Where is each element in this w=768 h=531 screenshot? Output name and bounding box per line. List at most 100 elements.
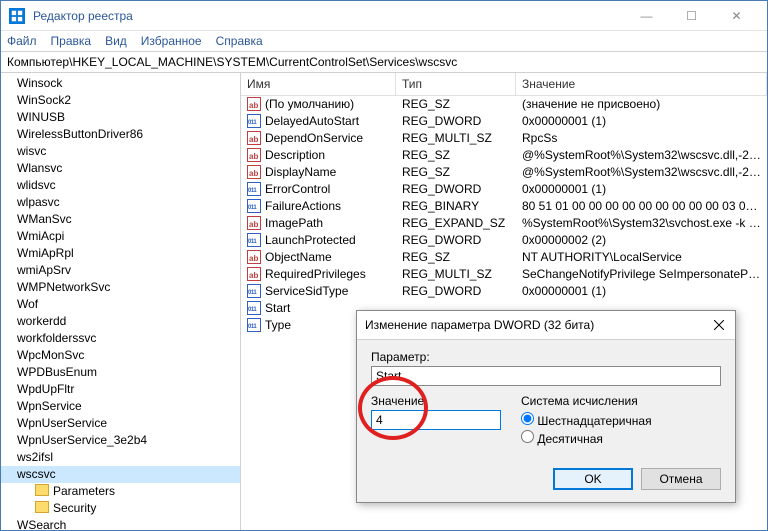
column-name[interactable]: Имя [241, 73, 396, 95]
value-name: DependOnService [265, 131, 363, 145]
tree-item[interactable]: WpnUserService_3e2b4 [1, 432, 240, 449]
tree-item[interactable]: WirelessButtonDriver86 [1, 126, 240, 143]
value-name: DelayedAutoStart [265, 114, 359, 128]
tree-item[interactable]: WSearch [1, 517, 240, 530]
radix-hex-radio[interactable] [521, 412, 534, 425]
value-data: RpcSs [516, 130, 767, 147]
tree-item[interactable]: workfolderssvc [1, 330, 240, 347]
tree-item[interactable]: WpnService [1, 398, 240, 415]
registry-value-row[interactable]: DescriptionREG_SZ@%SystemRoot%\System32\… [241, 147, 767, 164]
registry-value-row[interactable]: DisplayNameREG_SZ@%SystemRoot%\System32\… [241, 164, 767, 181]
value-type: REG_MULTI_SZ [396, 130, 516, 147]
menu-edit[interactable]: Правка [51, 34, 92, 48]
registry-value-row[interactable]: DelayedAutoStartREG_DWORD0x00000001 (1) [241, 113, 767, 130]
value-type: REG_SZ [396, 164, 516, 181]
maximize-button[interactable]: ☐ [669, 1, 714, 31]
ok-button[interactable]: OK [553, 468, 633, 490]
value-type: REG_DWORD [396, 113, 516, 130]
dialog-close-button[interactable] [711, 317, 727, 333]
value-name: ImagePath [265, 216, 323, 230]
tree-item[interactable]: WinSock2 [1, 92, 240, 109]
menu-favorites[interactable]: Избранное [141, 34, 202, 48]
tree-item[interactable]: ws2ifsl [1, 449, 240, 466]
registry-value-row[interactable]: ServiceSidTypeREG_DWORD0x00000001 (1) [241, 283, 767, 300]
tree-pane[interactable]: WinsockWinSock2WINUSBWirelessButtonDrive… [1, 73, 241, 530]
menu-file[interactable]: Файл [7, 34, 37, 48]
value-data: 0x00000002 (2) [516, 232, 767, 249]
value-name: RequiredPrivileges [265, 267, 366, 281]
cancel-button[interactable]: Отмена [641, 468, 721, 490]
tree-item[interactable]: Wlansvc [1, 160, 240, 177]
registry-value-row[interactable]: FailureActionsREG_BINARY80 51 01 00 00 0… [241, 198, 767, 215]
param-label: Параметр: [371, 350, 721, 364]
registry-value-row[interactable]: LaunchProtectedREG_DWORD0x00000002 (2) [241, 232, 767, 249]
string-value-icon [247, 216, 261, 230]
registry-value-row[interactable]: DependOnService REG_MULTI_SZRpcSs [241, 130, 767, 147]
address-bar[interactable]: Компьютер\HKEY_LOCAL_MACHINE\SYSTEM\Curr… [1, 51, 767, 73]
radix-label: Система исчисления [521, 394, 652, 408]
binary-value-icon [247, 114, 261, 128]
menu-view[interactable]: Вид [105, 34, 127, 48]
radix-hex-label: Шестнадцатеричная [537, 414, 651, 428]
minimize-button[interactable]: — [624, 1, 669, 31]
value-type: REG_EXPAND_SZ [396, 215, 516, 232]
radix-dec-option[interactable]: Десятичная [521, 430, 652, 446]
column-type[interactable]: Тип [396, 73, 516, 95]
tree-item[interactable]: Parameters [1, 483, 240, 500]
tree-item[interactable]: wlidsvc [1, 177, 240, 194]
string-value-icon [247, 165, 261, 179]
registry-value-row[interactable]: RequiredPrivilegesREG_MULTI_SZSeChangeNo… [241, 266, 767, 283]
value-data: (значение не присвоено) [516, 96, 767, 113]
value-name: FailureActions [265, 199, 341, 213]
tree-item[interactable]: WINUSB [1, 109, 240, 126]
close-button[interactable]: ✕ [714, 1, 759, 31]
app-icon [9, 8, 25, 24]
tree-item[interactable]: Security [1, 500, 240, 517]
string-value-icon [247, 148, 261, 162]
value-data: @%SystemRoot%\System32\wscsvc.dll,-200 [516, 164, 767, 181]
radix-dec-radio[interactable] [521, 430, 534, 443]
tree-item[interactable]: workerdd [1, 313, 240, 330]
value-name: LaunchProtected [265, 233, 356, 247]
radix-hex-option[interactable]: Шестнадцатеричная [521, 412, 652, 428]
registry-value-row[interactable]: ErrorControlREG_DWORD0x00000001 (1) [241, 181, 767, 198]
value-label: Значение: [371, 394, 501, 408]
tree-item[interactable]: WPDBusEnum [1, 364, 240, 381]
registry-value-row[interactable]: ObjectNameREG_SZNT AUTHORITY\LocalServic… [241, 249, 767, 266]
value-type: REG_DWORD [396, 181, 516, 198]
string-value-icon [247, 250, 261, 264]
tree-item[interactable]: wisvc [1, 143, 240, 160]
tree-item[interactable]: WpcMonSvc [1, 347, 240, 364]
value-data: 0x00000001 (1) [516, 181, 767, 198]
value-input[interactable] [371, 410, 501, 430]
string-value-icon [247, 131, 261, 145]
tree-item[interactable]: wscsvc [1, 466, 240, 483]
binary-value-icon [247, 199, 261, 213]
binary-value-icon [247, 284, 261, 298]
tree-item[interactable]: WpnUserService [1, 415, 240, 432]
binary-value-icon [247, 182, 261, 196]
string-value-icon [247, 267, 261, 281]
tree-item[interactable]: WmiAcpi [1, 228, 240, 245]
value-type: REG_DWORD [396, 283, 516, 300]
param-field [371, 366, 721, 386]
registry-value-row[interactable]: (По умолчанию)REG_SZ(значение не присвое… [241, 96, 767, 113]
tree-item[interactable]: Wof [1, 296, 240, 313]
value-name: Start [265, 301, 290, 315]
dialog-title: Изменение параметра DWORD (32 бита) [365, 318, 711, 332]
value-data: %SystemRoot%\System32\svchost.exe -k Loc… [516, 215, 767, 232]
tree-item[interactable]: wlpasvc [1, 194, 240, 211]
value-data: 80 51 01 00 00 00 00 00 00 00 00 00 03 0… [516, 198, 767, 215]
list-header: Имя Тип Значение [241, 73, 767, 96]
value-type: REG_SZ [396, 147, 516, 164]
tree-item[interactable]: wmiApSrv [1, 262, 240, 279]
tree-item[interactable]: WpdUpFltr [1, 381, 240, 398]
column-value[interactable]: Значение [516, 73, 767, 95]
value-type: REG_MULTI_SZ [396, 266, 516, 283]
tree-item[interactable]: WManSvc [1, 211, 240, 228]
tree-item[interactable]: Winsock [1, 75, 240, 92]
menu-help[interactable]: Справка [216, 34, 263, 48]
tree-item[interactable]: WMPNetworkSvc [1, 279, 240, 296]
tree-item[interactable]: WmiApRpl [1, 245, 240, 262]
registry-value-row[interactable]: ImagePath REG_EXPAND_SZ%SystemRoot%\Syste… [241, 215, 767, 232]
